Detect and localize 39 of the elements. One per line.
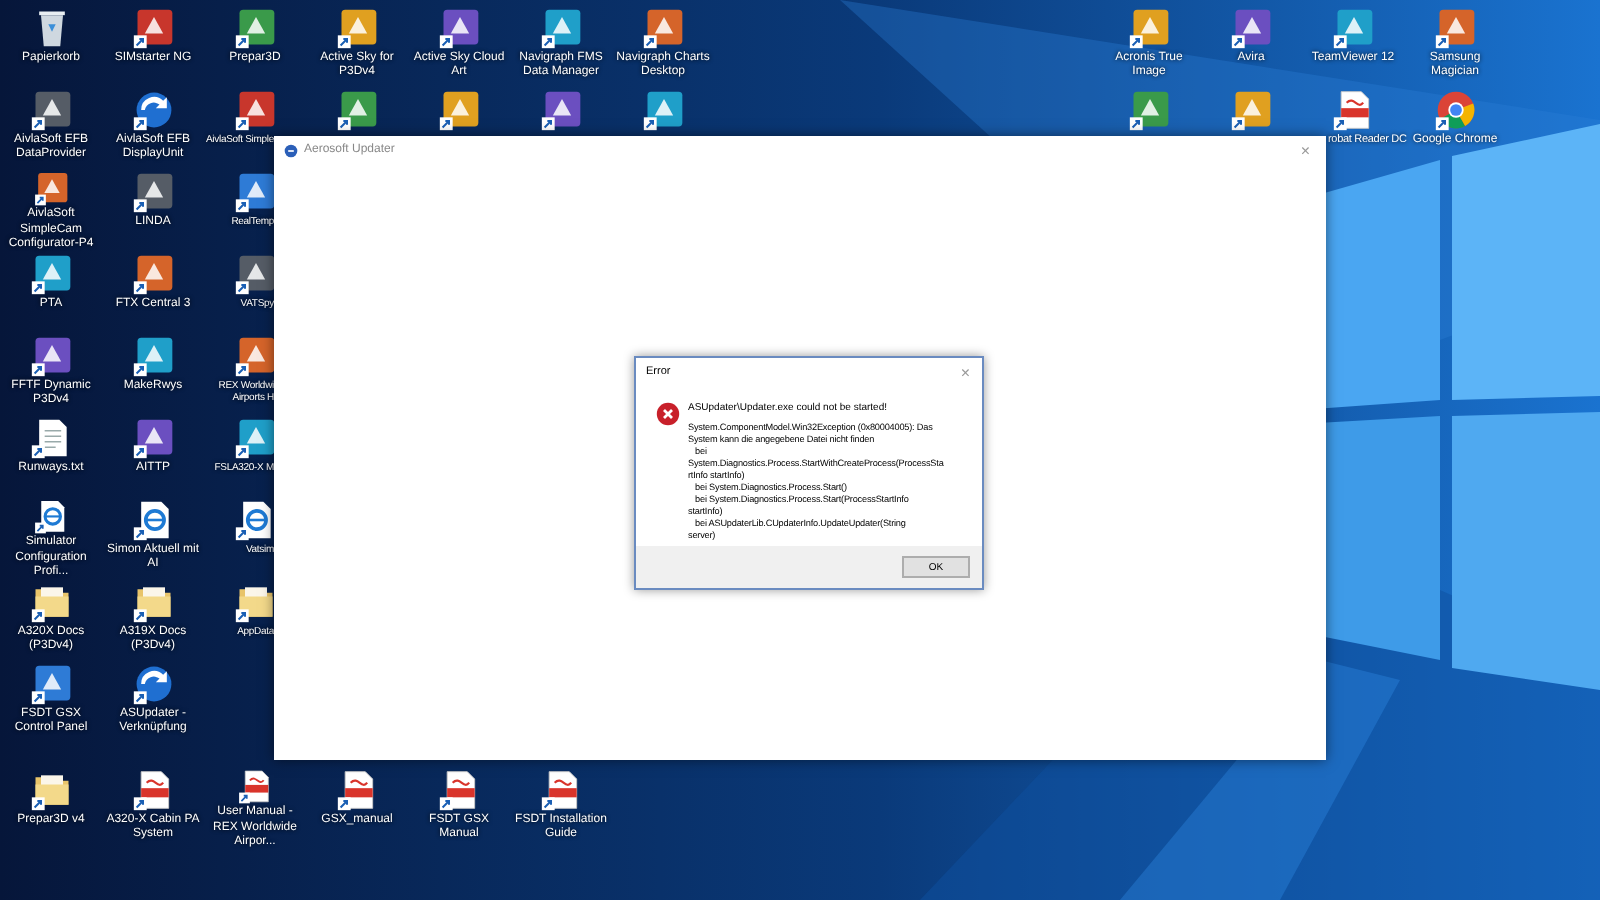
web-document-icon[interactable] bbox=[131, 498, 175, 542]
app-icon[interactable] bbox=[29, 662, 73, 706]
app-icon[interactable] bbox=[1127, 88, 1171, 132]
pdf-file-icon[interactable] bbox=[437, 768, 481, 812]
error-icon bbox=[656, 402, 680, 426]
app-icon[interactable] bbox=[233, 252, 277, 296]
app-icon[interactable] bbox=[131, 416, 175, 460]
app-icon[interactable] bbox=[131, 6, 175, 50]
app-icon[interactable] bbox=[29, 334, 73, 378]
app-icon[interactable] bbox=[233, 88, 277, 132]
app-icon[interactable] bbox=[233, 416, 277, 460]
app-icon[interactable] bbox=[131, 252, 175, 296]
app-icon[interactable] bbox=[131, 334, 175, 378]
pdf-file-icon[interactable] bbox=[539, 768, 583, 812]
app-icon[interactable] bbox=[335, 6, 379, 50]
browser-icon[interactable] bbox=[1433, 88, 1477, 132]
app-icon[interactable] bbox=[437, 88, 481, 132]
app-icon[interactable] bbox=[233, 6, 277, 50]
app-icon[interactable] bbox=[1229, 6, 1273, 50]
app-icon[interactable] bbox=[131, 170, 175, 214]
app-icon[interactable] bbox=[641, 6, 685, 50]
app-icon[interactable] bbox=[1127, 6, 1171, 50]
app-icon[interactable] bbox=[1331, 6, 1375, 50]
app-icon[interactable] bbox=[437, 6, 481, 50]
app-icon[interactable] bbox=[641, 88, 685, 132]
pdf-file-icon[interactable] bbox=[335, 768, 379, 812]
text-file-icon[interactable] bbox=[29, 416, 73, 460]
app-icon[interactable] bbox=[29, 170, 73, 207]
app-icon[interactable] bbox=[233, 334, 277, 378]
pdf-file-icon[interactable] bbox=[131, 768, 175, 812]
app-icon[interactable] bbox=[233, 170, 277, 214]
app-icon[interactable] bbox=[29, 252, 73, 296]
app-icon[interactable] bbox=[335, 88, 379, 132]
app-icon bbox=[284, 143, 298, 157]
web-document-icon[interactable] bbox=[233, 498, 277, 542]
app-icon[interactable] bbox=[1229, 88, 1273, 132]
app-icon[interactable] bbox=[29, 88, 73, 132]
app-icon[interactable] bbox=[539, 6, 583, 50]
app-icon[interactable] bbox=[539, 88, 583, 132]
